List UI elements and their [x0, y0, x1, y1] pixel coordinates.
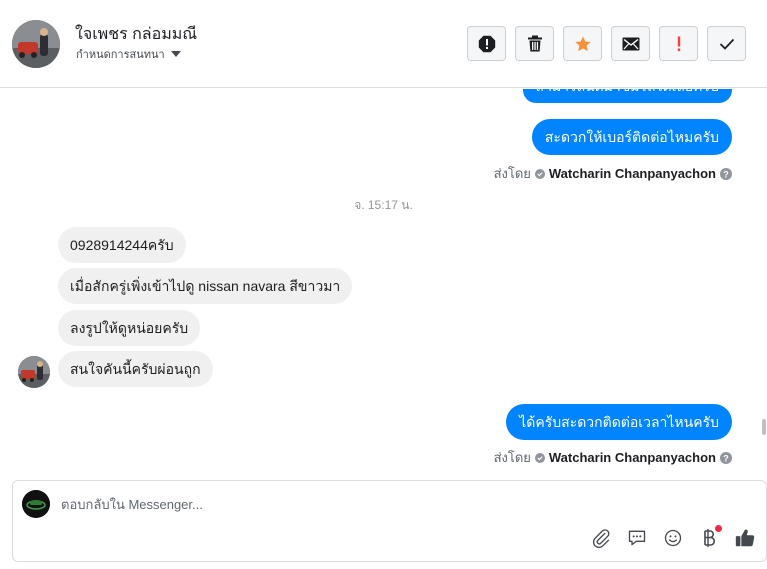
message-bubble-incoming: เมื่อสักครู่เพิ่งเข้าไปดู nissan navara …: [58, 268, 353, 304]
help-icon[interactable]: ?: [720, 451, 732, 464]
agent-name: Watcharin Chanpanyachon: [548, 450, 716, 465]
message-bubble-incoming: ลงรูปให้ดูหน่อยครับ: [58, 310, 201, 346]
message-bubble-incoming: 0928914244ครับ: [58, 227, 186, 263]
svg-text:?: ?: [723, 453, 729, 463]
check-icon: [719, 38, 734, 50]
star-icon: [574, 35, 591, 51]
assign-conversation-dropdown[interactable]: กำหนดการสนทนา: [76, 45, 181, 63]
message-bubble-outgoing: สะดวกให้เบอร์ติดต่อไหมครับ: [531, 119, 732, 155]
baht-icon: [704, 529, 716, 547]
sent-by-line: ส่งโดย Watcharin Chanpanyachon ?: [494, 163, 732, 184]
sent-by-line: ส่งโดย Watcharin Chanpanyachon ?: [494, 447, 732, 468]
check-badge-icon: [534, 452, 545, 463]
caret-down-icon: [170, 51, 181, 57]
sent-by-label: ส่งโดย: [493, 450, 531, 465]
contact-name: ใจเพชร กล่อมมณี: [75, 26, 198, 43]
page-avatar: [22, 490, 50, 518]
emoji-button[interactable]: [662, 527, 684, 549]
message-thread[interactable]: สามารถนัดมาชมรถได้เลยครับ สะดวกให้เบอร์ต…: [0, 89, 767, 470]
send-like-button[interactable]: [734, 527, 756, 549]
mark-unread-button[interactable]: [611, 26, 650, 61]
composer-tools: [590, 525, 756, 549]
report-button[interactable]: [467, 26, 506, 61]
svg-text:?: ?: [723, 169, 729, 179]
reply-composer: [12, 480, 767, 562]
agent-name: Watcharin Chanpanyachon: [548, 166, 716, 181]
attach-button[interactable]: [590, 527, 612, 549]
conversation-header: ใจเพชร กล่อมมณี กำหนดการสนทนา: [0, 0, 767, 88]
time-separator: จ. 15:17 น.: [354, 198, 413, 212]
mail-icon: [622, 37, 639, 50]
reply-input[interactable]: [61, 494, 661, 514]
conversation-toolbar: [467, 26, 746, 61]
paperclip-icon: [592, 529, 610, 548]
delete-button[interactable]: [515, 26, 554, 61]
trash-icon: [527, 35, 542, 52]
mark-done-button[interactable]: [707, 26, 746, 61]
saved-replies-button[interactable]: [626, 527, 648, 549]
saved-reply-icon: [628, 530, 646, 546]
payment-button[interactable]: [698, 525, 722, 549]
check-badge-icon: [534, 168, 545, 179]
star-button[interactable]: [563, 26, 602, 61]
contact-avatar[interactable]: [12, 20, 60, 68]
emoji-icon: [664, 529, 682, 547]
message-bubble-incoming: สนใจคันนี้ครับผ่อนถูก: [58, 351, 213, 387]
sent-by-label: ส่งโดย: [493, 166, 531, 181]
thumbs-up-icon: [735, 529, 755, 547]
exclamation-icon: [677, 36, 680, 51]
sender-avatar[interactable]: [18, 356, 50, 388]
notification-dot: [715, 525, 722, 532]
report-icon: [478, 35, 495, 52]
help-icon[interactable]: ?: [720, 167, 732, 180]
assign-conversation-label: กำหนดการสนทนา: [76, 49, 165, 61]
message-bubble-outgoing: สามารถนัดมาชมรถได้เลยครับ: [522, 89, 732, 103]
message-bubble-outgoing: ได้ครับสะดวกติดต่อเวลาไหนครับ: [506, 404, 732, 440]
thread-scrollbar[interactable]: [762, 419, 766, 435]
spam-button[interactable]: [659, 26, 698, 61]
